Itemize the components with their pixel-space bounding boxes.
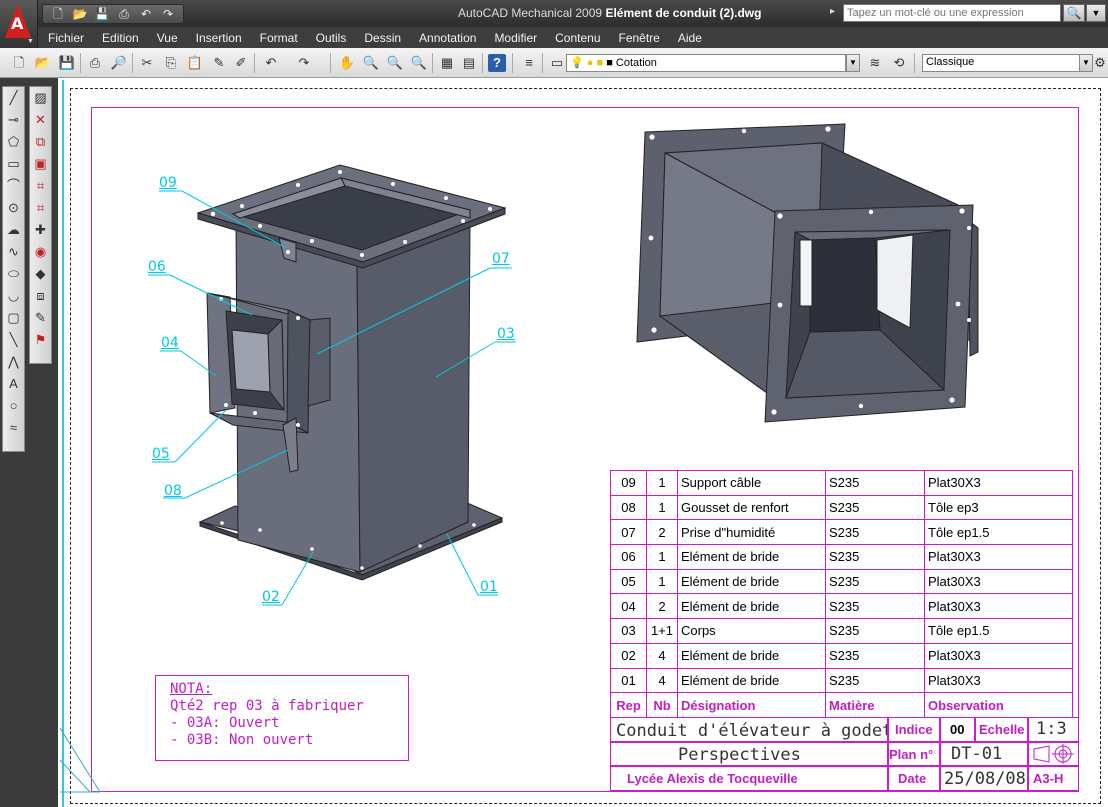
table-row: 01 4 Elément de bride S235 Plat30X3: [610, 667, 1073, 694]
perspective-duct-view: [636, 123, 979, 423]
plan-value: DT-01: [940, 742, 1028, 766]
nota-box: NOTA: Qté2 rep 03 à fabriquer - 03A: Ouv…: [155, 675, 409, 761]
table-header-row: Rep Nb Désignation Matière Observation: [610, 692, 1073, 718]
table-row: 03 1+1 Corps S235 Tôle ep1.5: [610, 618, 1073, 644]
isometric-duct-view: [196, 164, 507, 581]
ucs-icon-fragment: [59, 727, 101, 793]
callout-02: 02: [262, 589, 280, 605]
table-row: 07 2 Prise d"humidité S235 Tôle ep1.5: [610, 519, 1073, 546]
callout-06: 06: [148, 259, 166, 275]
table-row: 04 2 Elément de bride S235 Plat30X3: [610, 593, 1073, 620]
indice-label: Indice: [888, 717, 940, 742]
callout-01: 01: [480, 579, 498, 595]
table-row: 02 4 Elément de bride S235 Plat30X3: [610, 642, 1073, 669]
school-name: Lycée Alexis de Tocqueville: [610, 766, 888, 791]
callout-03: 03: [497, 326, 515, 342]
nomenclature-table: 09 1 Support câble S235 Plat30X3 08 1 Gousset …: [610, 470, 1073, 718]
nota-title: NOTA:: [170, 681, 213, 697]
drawing-subtitle: Perspectives: [610, 742, 888, 766]
table-row: 05 1 Elément de bride S235 Plat30X3: [610, 568, 1073, 595]
table-row: 06 1 Elément de bride S235 Plat30X3: [610, 544, 1073, 570]
projection-symbol-icon: [1033, 744, 1074, 764]
echelle-label: Echelle: [975, 717, 1028, 742]
callout-05: 05: [152, 446, 170, 462]
date-label: Date: [888, 766, 940, 791]
echelle-value: 1:3: [1028, 717, 1079, 742]
callout-07: 07: [492, 251, 510, 267]
callout-08: 08: [164, 483, 182, 499]
drawing-title: Conduit d'élévateur à godets: [610, 717, 888, 742]
format-value: A3-H: [1028, 766, 1079, 791]
projection-symbol: [1028, 742, 1079, 766]
indice-value: 00: [940, 717, 975, 742]
table-row: 08 1 Gousset de renfort S235 Tôle ep3: [610, 494, 1073, 521]
callout-09: 09: [159, 175, 177, 191]
nota-line: Qté2 rep 03 à fabriquer: [170, 698, 364, 714]
plan-label: Plan n°: [888, 742, 940, 766]
nota-line: - 03B: Non ouvert: [170, 732, 314, 748]
nota-line: - 03A: Ouvert: [170, 715, 280, 731]
table-row: 09 1 Support câble S235 Plat30X3: [610, 470, 1073, 496]
date-value: 25/08/08: [940, 766, 1028, 791]
callout-04: 04: [161, 335, 179, 351]
